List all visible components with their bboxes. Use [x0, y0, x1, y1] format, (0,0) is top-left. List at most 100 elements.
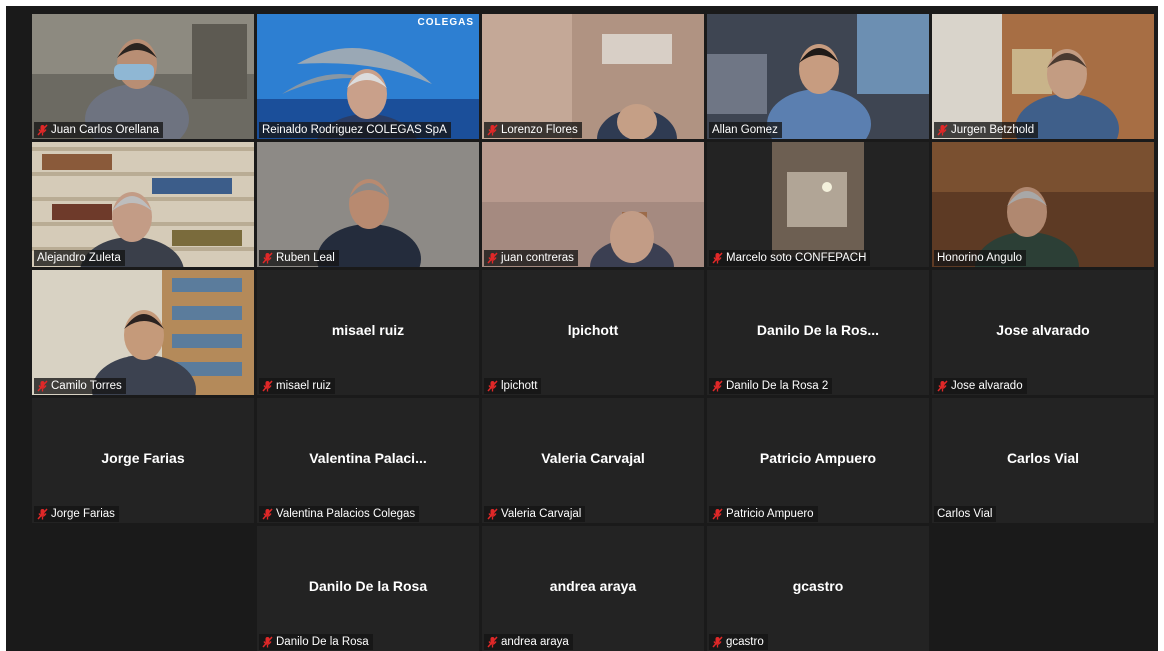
participant-name-label: lpichott [484, 378, 542, 394]
participant-tile-valeria-carvajal[interactable]: Valeria Carvajal Valeria Carvajal [482, 398, 704, 523]
participant-name: Allan Gomez [712, 124, 778, 136]
participant-tile-marcelo-soto-confepach[interactable]: Marcelo soto CONFEPACH [707, 142, 929, 267]
participant-name-label: Patricio Ampuero [709, 506, 818, 522]
participant-display-name: Jose alvarado [996, 322, 1090, 338]
participant-video [32, 142, 254, 267]
empty-tile [32, 526, 254, 651]
participant-tile-alejandro-zuleta[interactable]: Alejandro Zuleta [32, 142, 254, 267]
participant-display-name: Jorge Farias [101, 450, 185, 466]
muted-mic-icon [937, 380, 948, 392]
participant-tile-ruben-leal[interactable]: Ruben Leal [257, 142, 479, 267]
participant-name: Danilo De la Rosa [276, 636, 369, 648]
participant-display-name: Valentina Palaci... [309, 450, 427, 466]
participant-display-name: Valeria Carvajal [541, 450, 645, 466]
muted-mic-icon [37, 508, 48, 520]
participant-display-name: Patricio Ampuero [759, 450, 877, 466]
participant-tile-jorge-farias[interactable]: Jorge Farias Jorge Farias [32, 398, 254, 523]
participant-tile-juan-contreras[interactable]: juan contreras [482, 142, 704, 267]
participant-name-label: Jose alvarado [934, 378, 1027, 394]
muted-mic-icon [937, 124, 948, 136]
participant-video [32, 14, 254, 139]
participant-name: Valeria Carvajal [501, 508, 582, 520]
participant-tile-carlos-vial[interactable]: Carlos Vial Carlos Vial [932, 398, 1154, 523]
participant-name-label: Alejandro Zuleta [34, 250, 125, 266]
participant-display-name: Carlos Vial [1006, 450, 1080, 466]
participant-tile-misael-ruiz[interactable]: misael ruiz misael ruiz [257, 270, 479, 395]
participant-video [257, 142, 479, 267]
participant-name: Danilo De la Rosa 2 [726, 380, 829, 392]
participant-name-label: Marcelo soto CONFEPACH [709, 250, 871, 266]
participant-name-label: juan contreras [484, 250, 578, 266]
participant-name: Jose alvarado [951, 380, 1023, 392]
participant-name: Camilo Torres [51, 380, 122, 392]
participant-name: Lorenzo Flores [501, 124, 578, 136]
participant-tile-patricio-ampuero[interactable]: Patricio Ampuero Patricio Ampuero [707, 398, 929, 523]
muted-mic-icon [487, 636, 498, 648]
participant-tile-danilo-de-la-rosa[interactable]: Danilo De la Rosa Danilo De la Rosa [257, 526, 479, 651]
participant-display-name: Danilo De la Ros... [756, 322, 880, 338]
participant-video [257, 14, 479, 139]
muted-mic-icon [37, 124, 48, 136]
participant-name-label: Reinaldo Rodriguez COLEGAS SpA [259, 122, 451, 138]
muted-mic-icon [262, 252, 273, 264]
participant-tile-reinaldo-rodriguez-colegas-spa[interactable]: COLEGAS Reinaldo Rodriguez COLEGAS SpA [257, 14, 479, 139]
muted-mic-icon [712, 636, 723, 648]
participant-name: Honorino Angulo [937, 252, 1023, 264]
participant-name-label: gcastro [709, 634, 768, 650]
participant-name: Jurgen Betzhold [951, 124, 1035, 136]
muted-mic-icon [262, 636, 273, 648]
participant-name-label: Danilo De la Rosa [259, 634, 373, 650]
participant-name-label: Camilo Torres [34, 378, 126, 394]
participant-tile-honorino-angulo[interactable]: Honorino Angulo [932, 142, 1154, 267]
participant-video [32, 270, 254, 395]
participant-video [482, 142, 704, 267]
muted-mic-icon [487, 124, 498, 136]
participant-name-label: Valeria Carvajal [484, 506, 586, 522]
participant-tile-gcastro[interactable]: gcastro gcastro [707, 526, 929, 651]
participant-tile-jurgen-betzhold[interactable]: Jurgen Betzhold [932, 14, 1154, 139]
participant-name: Ruben Leal [276, 252, 335, 264]
participant-name: lpichott [501, 380, 538, 392]
participant-name-label: Jurgen Betzhold [934, 122, 1039, 138]
participant-name-label: Allan Gomez [709, 122, 782, 138]
meeting-gallery-view: Juan Carlos Orellana COLEGAS Reinaldo Rod… [6, 6, 1158, 651]
muted-mic-icon [487, 508, 498, 520]
participant-display-name: misael ruiz [331, 322, 405, 338]
participant-name: Reinaldo Rodriguez COLEGAS SpA [262, 124, 447, 136]
participant-name: Alejandro Zuleta [37, 252, 121, 264]
participant-name: Carlos Vial [937, 508, 993, 520]
participant-tile-jose-alvarado[interactable]: Jose alvarado Jose alvarado [932, 270, 1154, 395]
participant-tile-andrea-araya[interactable]: andrea araya andrea araya [482, 526, 704, 651]
participant-video [707, 14, 929, 139]
participant-name: andrea araya [501, 636, 569, 648]
participant-tile-camilo-torres[interactable]: Camilo Torres [32, 270, 254, 395]
muted-mic-icon [262, 508, 273, 520]
participant-name: juan contreras [501, 252, 574, 264]
participant-display-name: andrea araya [549, 578, 637, 594]
muted-mic-icon [712, 252, 723, 264]
participant-video [932, 142, 1154, 267]
participant-name-label: Juan Carlos Orellana [34, 122, 164, 138]
participant-video [932, 14, 1154, 139]
participant-name: misael ruiz [276, 380, 331, 392]
muted-mic-icon [262, 380, 273, 392]
participant-display-name: lpichott [567, 322, 619, 338]
muted-mic-icon [712, 380, 723, 392]
muted-mic-icon [487, 252, 498, 264]
participant-name-label: Honorino Angulo [934, 250, 1027, 266]
muted-mic-icon [487, 380, 498, 392]
participant-grid: Juan Carlos Orellana COLEGAS Reinaldo Rod… [6, 6, 1158, 651]
participant-tile-valentina-palacios-colegas[interactable]: Valentina Palaci... Valentina Palacios Co… [257, 398, 479, 523]
participant-tile-juan-carlos-orellana[interactable]: Juan Carlos Orellana [32, 14, 254, 139]
participant-tile-lpichott[interactable]: lpichott lpichott [482, 270, 704, 395]
participant-name-label: Ruben Leal [259, 250, 339, 266]
participant-video [482, 14, 704, 139]
participant-name: Valentina Palacios Colegas [276, 508, 416, 520]
participant-tile-lorenzo-flores[interactable]: Lorenzo Flores [482, 14, 704, 139]
participant-tile-allan-gomez[interactable]: Allan Gomez [707, 14, 929, 139]
participant-tile-danilo-de-la-rosa-2[interactable]: Danilo De la Ros... Danilo De la Rosa 2 [707, 270, 929, 395]
participant-display-name: gcastro [792, 578, 844, 594]
participant-name-label: Carlos Vial [934, 506, 997, 522]
muted-mic-icon [712, 508, 723, 520]
muted-mic-icon [37, 380, 48, 392]
